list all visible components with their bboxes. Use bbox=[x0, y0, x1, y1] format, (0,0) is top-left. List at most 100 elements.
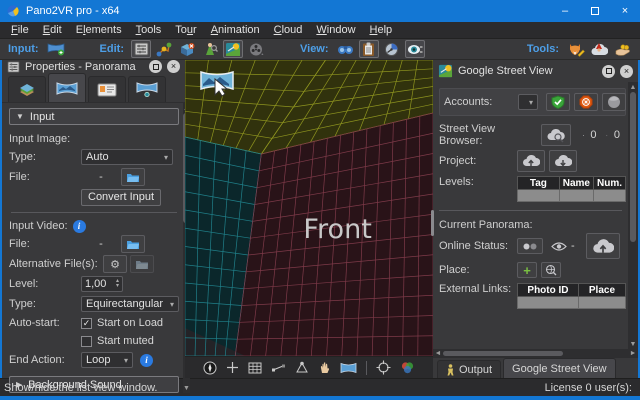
spin-down-icon[interactable]: ▾ bbox=[116, 284, 119, 289]
compass-icon[interactable] bbox=[203, 361, 217, 375]
external-links-row: External Links: Photo ID Place bbox=[439, 281, 626, 309]
close-panel-button[interactable]: × bbox=[167, 60, 180, 73]
menu-item-cloud[interactable]: Cloud bbox=[267, 23, 310, 37]
info-icon[interactable]: i bbox=[140, 354, 153, 367]
menu-item-tour[interactable]: Tour bbox=[168, 23, 203, 37]
gsv-hscrollbar[interactable]: ◄ ► bbox=[433, 349, 638, 358]
view-binoculars-button[interactable] bbox=[336, 40, 356, 58]
scroll-left-icon[interactable]: ◄ bbox=[433, 350, 443, 357]
projection-icon[interactable] bbox=[295, 361, 309, 374]
close-panel-button[interactable]: × bbox=[620, 65, 633, 78]
scroll-right-icon[interactable]: ► bbox=[628, 350, 638, 357]
panorama-strip-icon[interactable] bbox=[340, 362, 357, 374]
links-col-photo-id[interactable]: Photo ID bbox=[518, 284, 579, 297]
alt-files-open-button[interactable] bbox=[130, 255, 154, 273]
edit-video-button[interactable] bbox=[246, 40, 266, 58]
tools-gold-button[interactable] bbox=[612, 40, 632, 58]
levels-empty-row[interactable] bbox=[518, 190, 626, 202]
view-preview-button[interactable] bbox=[405, 40, 425, 58]
target-icon[interactable] bbox=[376, 360, 391, 375]
maximize-button[interactable] bbox=[580, 0, 610, 22]
grid-icon[interactable] bbox=[248, 362, 262, 374]
scroll-up-icon[interactable]: ▲ bbox=[630, 82, 637, 92]
gsv-scrollbar[interactable]: ▲ ▼ bbox=[628, 82, 638, 349]
edit-leveling-button[interactable] bbox=[200, 40, 220, 58]
splitter-handle[interactable] bbox=[431, 210, 434, 236]
edit-streetview-button[interactable] bbox=[223, 40, 243, 58]
panorama-viewer[interactable]: Front bbox=[185, 60, 433, 378]
edit-tour-map-button[interactable] bbox=[154, 40, 174, 58]
project-download-button[interactable] bbox=[549, 150, 577, 172]
alt-files-settings-button[interactable]: ⚙ bbox=[103, 255, 127, 273]
levels-col-tag[interactable]: Tag bbox=[518, 177, 560, 190]
end-action-select[interactable]: Loop ▾ bbox=[81, 352, 133, 368]
panorama-upload-button[interactable] bbox=[586, 233, 620, 259]
properties-panel-header[interactable]: Properties - Panorama × bbox=[2, 60, 185, 73]
scrollbar-thumb[interactable] bbox=[443, 351, 563, 356]
crosshair-icon[interactable] bbox=[226, 361, 239, 374]
float-panel-button[interactable] bbox=[602, 65, 615, 78]
panorama-node-thumbnail[interactable] bbox=[199, 69, 235, 100]
scroll-down-icon[interactable]: ▼ bbox=[630, 339, 637, 349]
edit-patch-button[interactable] bbox=[177, 40, 197, 58]
close-button[interactable]: × bbox=[610, 0, 640, 22]
add-place-button[interactable]: + bbox=[517, 262, 537, 278]
input-accordion[interactable]: ▼ Input bbox=[9, 108, 179, 125]
links-empty-row[interactable] bbox=[518, 297, 626, 309]
levels-label: Levels: bbox=[439, 176, 513, 188]
toolbar-separator bbox=[366, 361, 367, 375]
menu-item-animation[interactable]: Animation bbox=[204, 23, 267, 37]
project-upload-button[interactable] bbox=[517, 150, 545, 172]
start-muted-checkbox[interactable] bbox=[81, 336, 92, 347]
scrollbar-thumb[interactable] bbox=[630, 92, 636, 242]
search-place-button[interactable] bbox=[541, 262, 561, 278]
street-view-browser-button[interactable] bbox=[541, 124, 571, 146]
menu-item-help[interactable]: Help bbox=[363, 23, 400, 37]
level-spinner[interactable]: 1,00 ▴▾ bbox=[81, 276, 123, 292]
convert-input-button[interactable]: Convert Input bbox=[81, 189, 161, 206]
open-video-file-button[interactable] bbox=[121, 235, 145, 253]
external-links-table[interactable]: Photo ID Place bbox=[517, 283, 626, 309]
menu-item-window[interactable]: Window bbox=[309, 23, 362, 37]
gsv-panel-header[interactable]: Google Street View × bbox=[433, 60, 638, 82]
menu-item-tools[interactable]: Tools bbox=[129, 23, 169, 37]
binoculars-icon bbox=[337, 42, 354, 56]
input-panorama-button[interactable] bbox=[46, 40, 66, 58]
tab-panorama[interactable] bbox=[48, 73, 86, 102]
measure-tool-icon[interactable] bbox=[271, 362, 286, 373]
status-toggle-button[interactable] bbox=[517, 238, 543, 254]
menu-item-elements[interactable]: Elements bbox=[69, 23, 129, 37]
float-panel-button[interactable] bbox=[149, 60, 162, 73]
edit-properties-button[interactable] bbox=[131, 40, 151, 58]
start-on-load-checkbox[interactable]: ✓ bbox=[81, 318, 92, 329]
tools-gnome-cloud-button[interactable] bbox=[589, 40, 609, 58]
tab-panorama-pin[interactable] bbox=[128, 76, 166, 102]
links-col-place[interactable]: Place bbox=[578, 284, 625, 297]
rgb-adjust-icon[interactable] bbox=[400, 361, 415, 375]
open-file-button[interactable] bbox=[121, 168, 145, 186]
menu-item-edit[interactable]: Edit bbox=[36, 23, 69, 37]
accounts-select[interactable]: ▾ bbox=[518, 94, 538, 110]
tab-id-card[interactable] bbox=[88, 76, 126, 102]
eye-icon bbox=[407, 43, 423, 56]
account-login-button[interactable] bbox=[546, 93, 570, 111]
info-icon[interactable]: i bbox=[73, 220, 86, 233]
levels-col-num[interactable]: Num. bbox=[594, 177, 626, 190]
scroll-down-icon[interactable]: ▼ bbox=[183, 383, 190, 393]
input-type-select[interactable]: Auto ▾ bbox=[81, 149, 173, 165]
minimize-button[interactable]: – bbox=[550, 0, 580, 22]
account-logout-button[interactable] bbox=[574, 93, 598, 111]
levels-col-name[interactable]: Name bbox=[559, 177, 593, 190]
tab-output[interactable]: Output bbox=[437, 360, 501, 378]
tab-google-street-view[interactable]: Google Street View bbox=[503, 358, 616, 378]
view-list-button[interactable] bbox=[359, 40, 379, 58]
tools-wizard-button[interactable] bbox=[566, 40, 586, 58]
levels-table[interactable]: Tag Name Num. bbox=[517, 176, 626, 202]
tab-input-output[interactable] bbox=[8, 76, 46, 102]
view-gauge-button[interactable] bbox=[382, 40, 402, 58]
video-type-select[interactable]: Equirectangular ▾ bbox=[81, 296, 179, 312]
account-avatar-button[interactable] bbox=[602, 93, 626, 111]
pan-hand-icon[interactable] bbox=[318, 361, 331, 374]
properties-panel-icon bbox=[7, 61, 20, 73]
menu-item-file[interactable]: File bbox=[4, 23, 36, 37]
